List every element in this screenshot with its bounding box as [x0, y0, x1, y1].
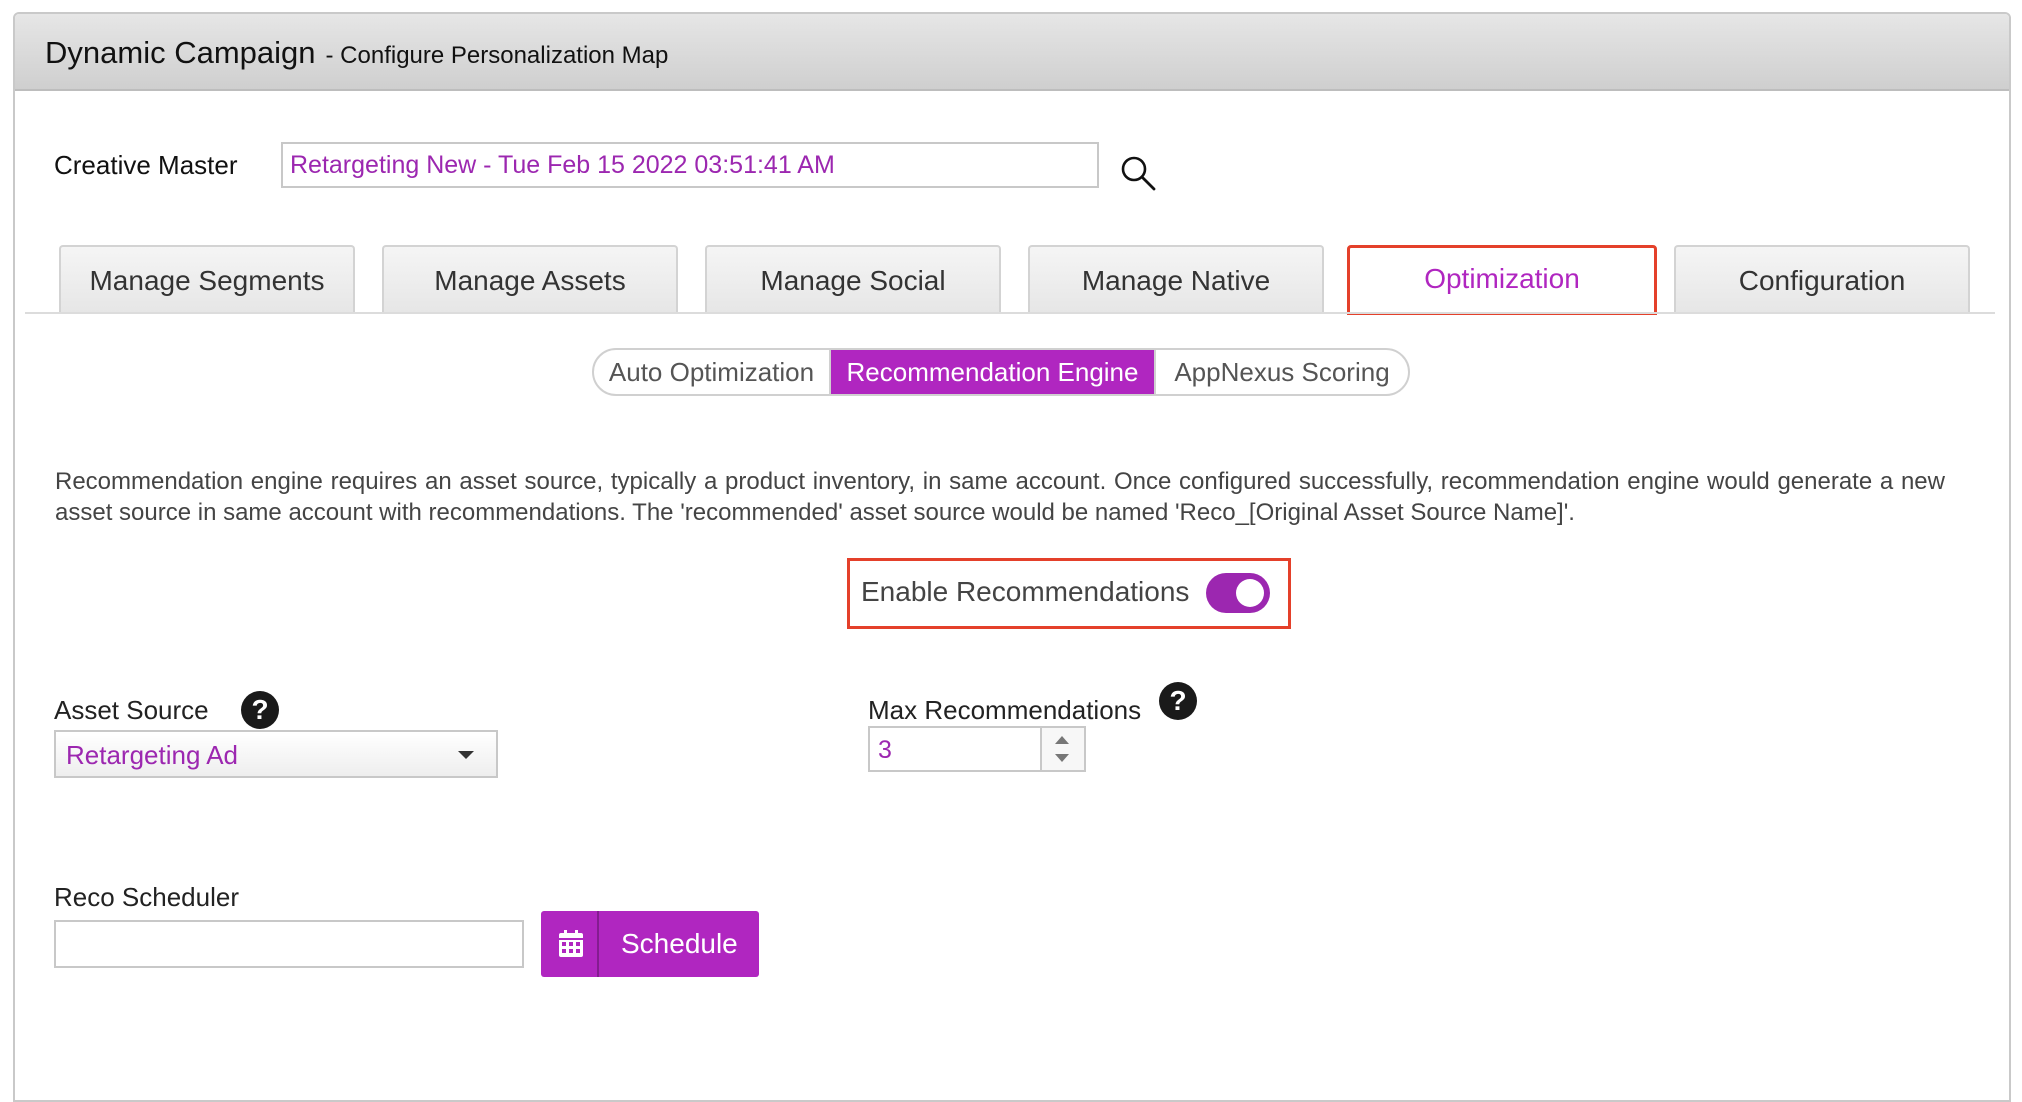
tab-manage-social[interactable]: Manage Social	[705, 245, 1001, 313]
stepper-up-icon[interactable]	[1055, 736, 1069, 744]
tab-manage-native[interactable]: Manage Native	[1028, 245, 1324, 313]
schedule-button[interactable]: Schedule	[541, 911, 759, 977]
max-recommendations-help-icon[interactable]: ?	[1159, 682, 1197, 720]
subtab-auto-optimization[interactable]: Auto Optimization	[594, 350, 831, 394]
toggle-knob	[1236, 579, 1264, 607]
tab-configuration[interactable]: Configuration	[1674, 245, 1970, 313]
reco-scheduler-label: Reco Scheduler	[54, 882, 239, 912]
tab-optimization[interactable]: Optimization	[1347, 245, 1657, 315]
enable-recommendations-toggle[interactable]	[1206, 573, 1270, 613]
max-recommendations-label: Max Recommendations	[868, 695, 1142, 725]
title-bar: Dynamic Campaign - Configure Personalizat…	[15, 14, 2009, 91]
calendar-icon	[559, 930, 583, 957]
chevron-down-icon	[458, 751, 474, 759]
asset-source-label: Asset Source	[54, 695, 209, 725]
tab-manage-segments[interactable]: Manage Segments	[59, 245, 355, 313]
creative-master-input[interactable]	[281, 142, 1099, 188]
schedule-button-label: Schedule	[621, 928, 738, 959]
optimization-subtabs: Auto Optimization Recommendation Engine …	[592, 348, 1410, 396]
window-subtitle: - Configure Personalization Map	[325, 42, 669, 69]
calendar-icon-area	[541, 911, 599, 977]
enable-recommendations-label: Enable Recommendations	[861, 576, 1190, 607]
max-recommendations-value: 3	[878, 736, 892, 764]
subtab-appnexus-scoring[interactable]: AppNexus Scoring	[1156, 350, 1408, 394]
stepper-down-icon[interactable]	[1055, 754, 1069, 762]
creative-master-label: Creative Master	[54, 150, 238, 180]
asset-source-select[interactable]: Retargeting Ad	[54, 730, 498, 778]
window-title-text: Dynamic Campaign	[45, 35, 316, 70]
subtab-recommendation-engine[interactable]: Recommendation Engine	[831, 350, 1156, 394]
tab-manage-assets[interactable]: Manage Assets	[382, 245, 678, 313]
stepper-arrows[interactable]	[1040, 728, 1084, 770]
max-recommendations-stepper[interactable]: 3	[868, 726, 1086, 772]
window-title: Dynamic Campaign - Configure Personalizat…	[45, 35, 668, 71]
asset-source-selected: Retargeting Ad	[66, 740, 239, 770]
asset-source-help-icon[interactable]: ?	[241, 691, 279, 729]
search-icon[interactable]	[1119, 154, 1157, 192]
recommendation-description: Recommendation engine requires an asset …	[55, 468, 1945, 526]
reco-scheduler-input[interactable]	[54, 920, 524, 968]
tab-divider	[25, 312, 1995, 314]
